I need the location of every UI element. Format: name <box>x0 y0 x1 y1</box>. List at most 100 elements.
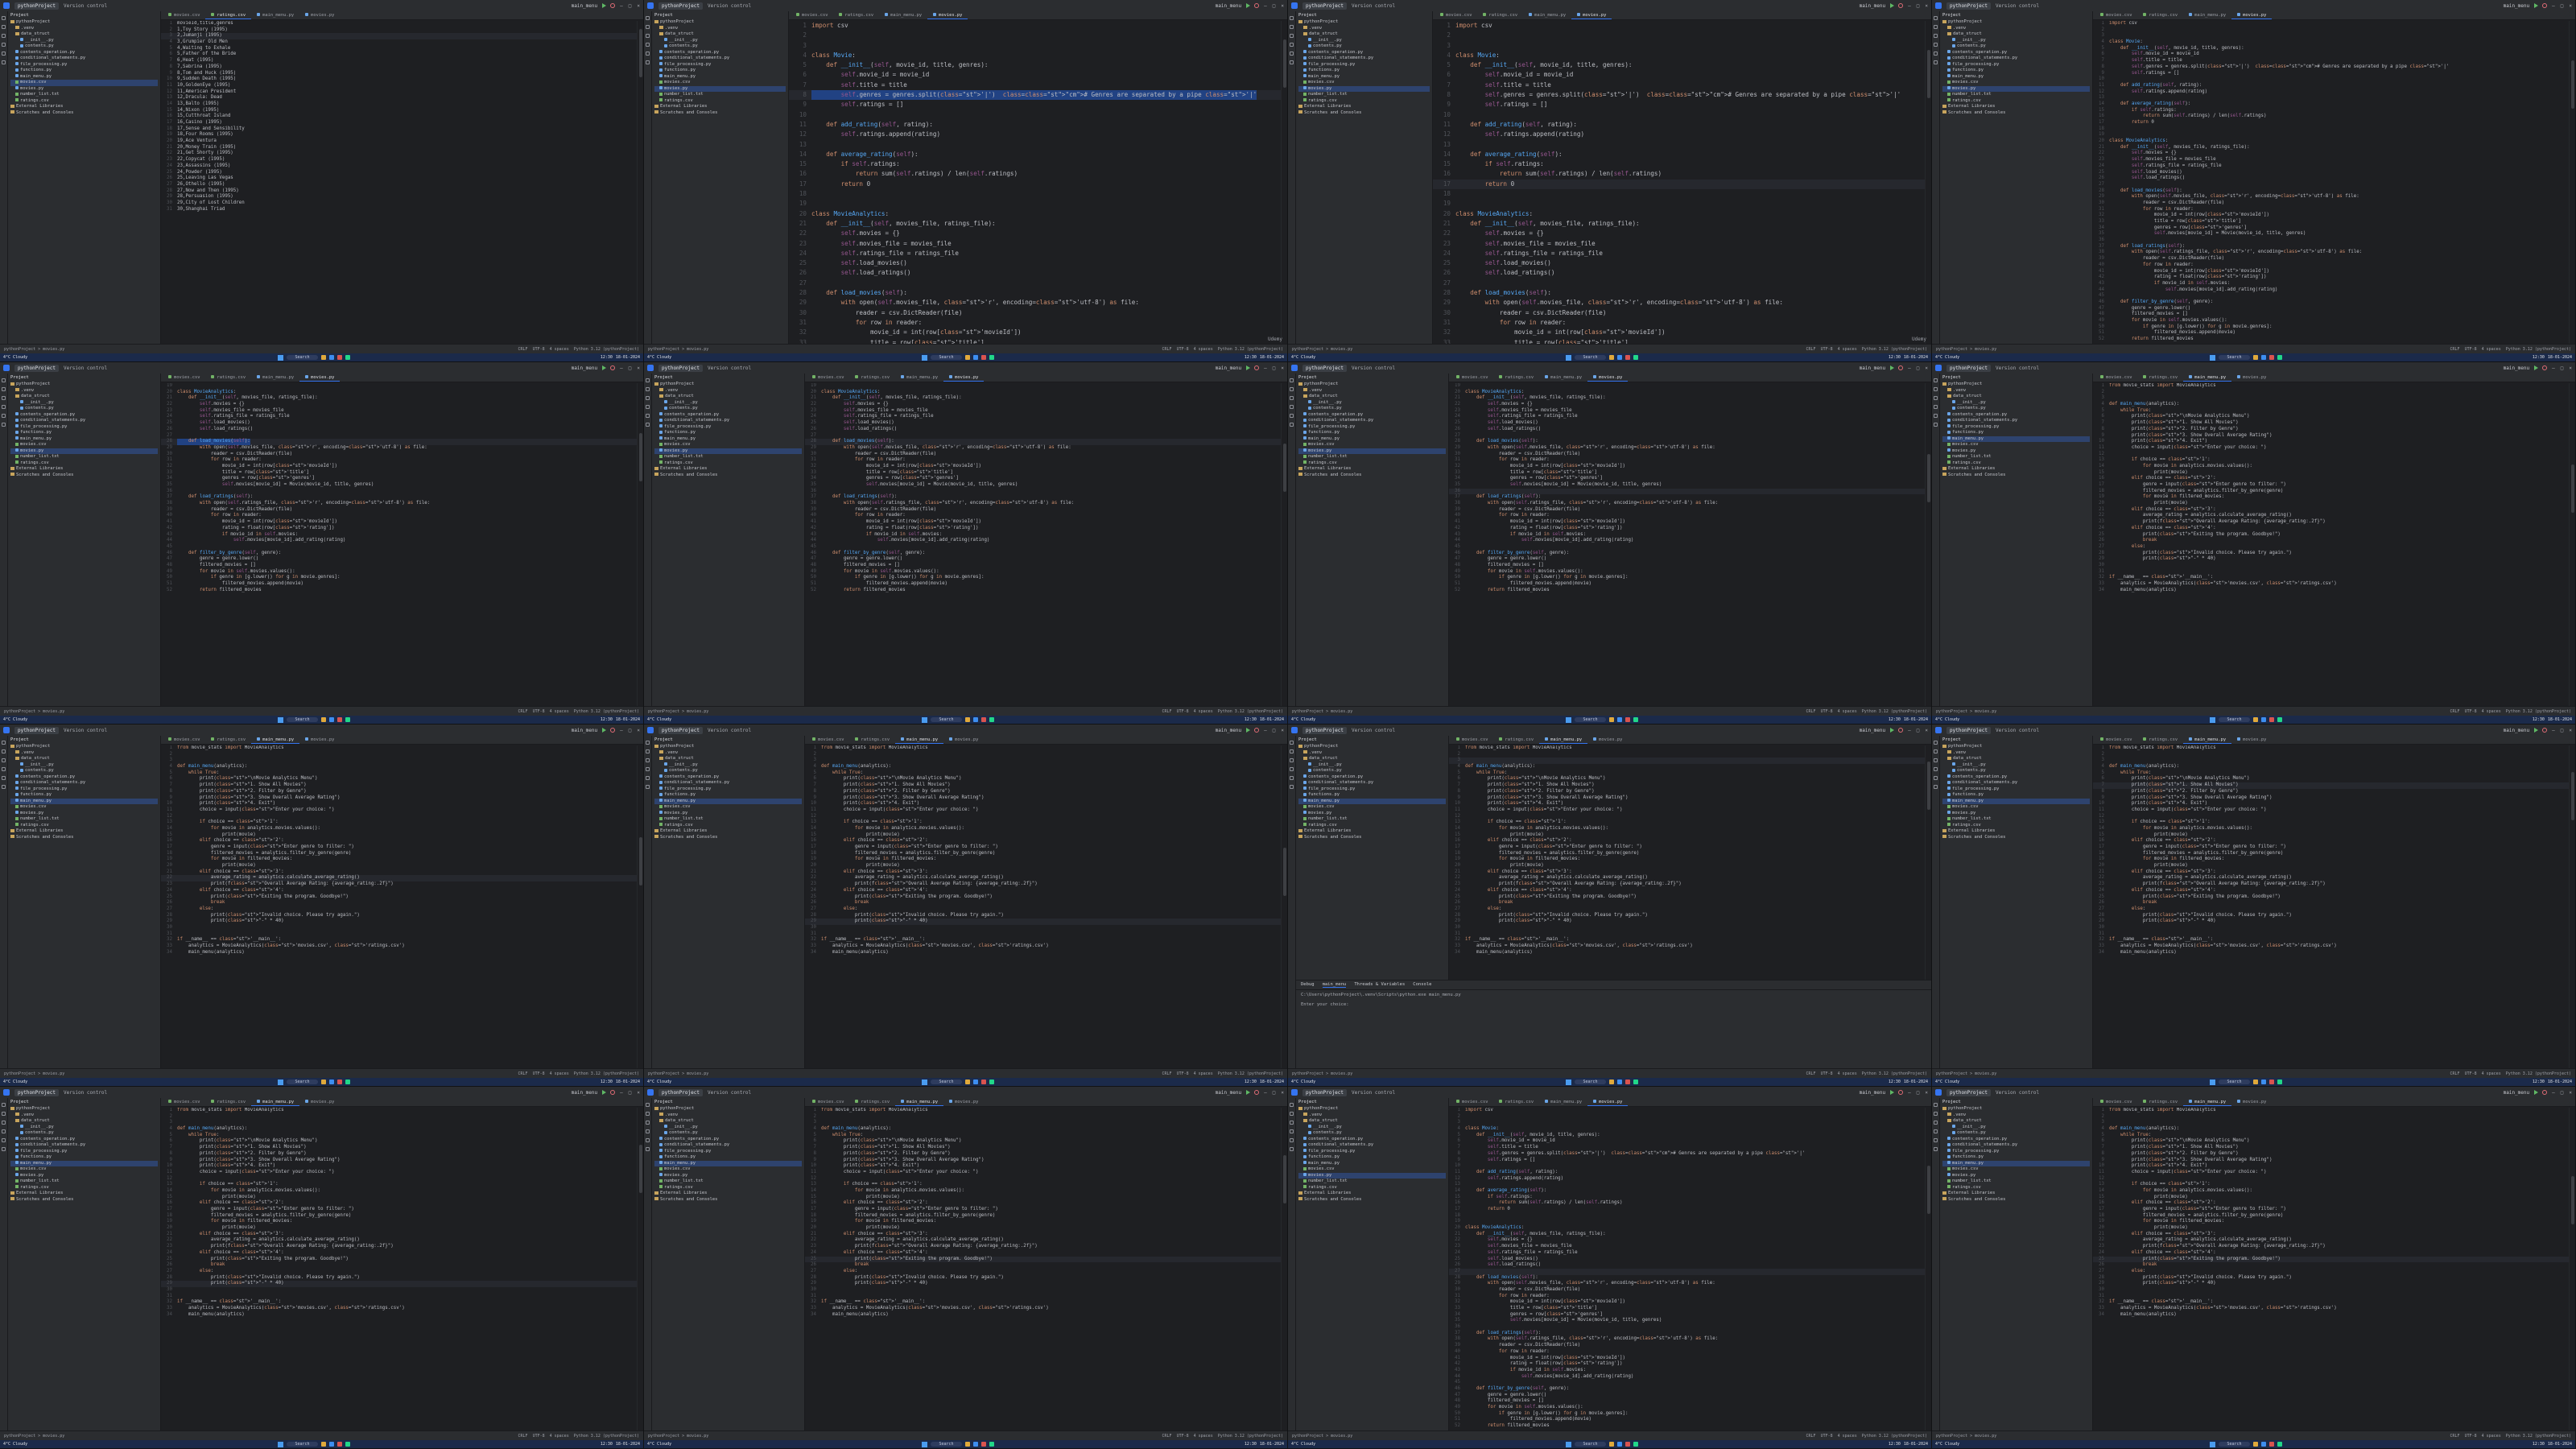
line-number[interactable]: 41 <box>1449 519 1465 526</box>
minimize-button[interactable]: – <box>1264 3 1267 9</box>
project-tree-item[interactable]: pythonProject <box>1298 19 1430 26</box>
line-number[interactable]: 29 <box>1433 298 1455 308</box>
line-number[interactable]: 28 <box>161 1275 177 1282</box>
line-number[interactable]: 2 <box>2093 1114 2109 1121</box>
project-tree-item[interactable]: __init__.py <box>1298 762 1446 769</box>
status-breadcrumb[interactable]: pythonProject > movies.py <box>1936 709 1996 714</box>
line-number[interactable]: 25 <box>161 1257 177 1263</box>
line-number[interactable]: 49 <box>805 569 821 576</box>
project-tree-item[interactable]: .venv <box>1298 388 1446 394</box>
project-tree-item[interactable]: External Libraries <box>1942 466 2090 473</box>
line-number[interactable]: 3 <box>1449 1120 1465 1126</box>
project-tree-item[interactable]: functions.py <box>1942 1154 2090 1161</box>
project-tree-item[interactable]: main_menu.py <box>654 798 802 804</box>
run-config-select[interactable]: main_menu <box>2504 1090 2530 1096</box>
indent-indicator[interactable]: 4 spaces <box>1838 709 1857 714</box>
line-number[interactable]: 1 <box>1449 1108 1465 1114</box>
maximize-button[interactable]: □ <box>629 1090 632 1096</box>
line-number[interactable]: 10 <box>805 801 821 807</box>
line-number[interactable]: 34 <box>161 1312 177 1319</box>
project-tree-item[interactable]: External Libraries <box>10 466 158 473</box>
editor-tab[interactable]: ratings.csv <box>205 736 251 744</box>
chrome-icon[interactable] <box>2268 1080 2274 1084</box>
project-tree-item[interactable]: conditional_statements.py <box>10 56 158 62</box>
line-number[interactable]: 33 <box>1449 470 1465 477</box>
project-tree-item[interactable]: functions.py <box>654 1154 802 1161</box>
line-number[interactable]: 10 <box>2093 439 2109 445</box>
line-number[interactable]: 11 <box>161 1170 177 1176</box>
project-switcher[interactable]: pythonProject <box>1946 726 1991 734</box>
debug-icon[interactable] <box>1898 3 1904 8</box>
terminal-tool-icon[interactable] <box>1290 1138 1294 1142</box>
line-number[interactable]: 27 <box>161 433 177 440</box>
line-number[interactable]: 24 <box>2093 526 2109 532</box>
line-number[interactable]: 46 <box>2093 299 2109 306</box>
line-number[interactable]: 23 <box>161 157 177 163</box>
problems-tool-icon[interactable] <box>1290 785 1294 789</box>
project-tree-item[interactable]: .venv <box>1942 750 2090 757</box>
project-tree-item[interactable]: movies.py <box>10 448 158 454</box>
line-number[interactable]: 19 <box>161 132 177 138</box>
project-tree-item[interactable]: contents_operation.py <box>10 1137 158 1143</box>
editor-scrollbar[interactable] <box>1281 383 1287 706</box>
encoding-indicator[interactable]: UTF-8 <box>533 1434 545 1439</box>
code-editor[interactable]: movies.csv ratings.csv main_menu.py movies.… <box>805 1098 1287 1430</box>
run-icon[interactable] <box>1890 728 1895 733</box>
line-number[interactable]: 17 <box>1449 844 1465 851</box>
scroll-thumb[interactable] <box>1283 848 1286 896</box>
project-tree-item[interactable]: ratings.csv <box>10 823 158 829</box>
project-tree-item[interactable]: movies.csv <box>1298 804 1446 811</box>
line-number[interactable]: 11 <box>2093 445 2109 452</box>
editor-scrollbar[interactable] <box>637 745 643 1068</box>
maximize-button[interactable]: □ <box>629 728 632 733</box>
project-tree-item[interactable]: movies.py <box>654 448 802 454</box>
line-number[interactable]: 7 <box>161 1145 177 1151</box>
line-number[interactable]: 14 <box>1449 826 1465 832</box>
line-number[interactable]: 11 <box>1433 120 1455 130</box>
encoding-indicator[interactable]: UTF-8 <box>2465 1434 2477 1439</box>
run-icon[interactable] <box>2534 3 2539 8</box>
editor-tab[interactable]: ratings.csv <box>2137 11 2183 19</box>
line-number[interactable]: 16 <box>1449 838 1465 844</box>
line-number[interactable]: 4 <box>2093 764 2109 770</box>
line-number[interactable]: 28 <box>161 439 177 445</box>
line-number[interactable]: 24 <box>1433 249 1455 258</box>
project-tree-item[interactable]: movies.py <box>10 1173 158 1179</box>
line-number[interactable]: 33 <box>805 943 821 950</box>
editor-tab[interactable]: main_menu.py <box>2183 1098 2232 1106</box>
editor-tab[interactable]: main_menu.py <box>251 374 299 382</box>
edge-icon[interactable] <box>1616 717 1622 722</box>
line-number[interactable]: 23 <box>805 1244 821 1250</box>
line-number[interactable]: 7 <box>2093 58 2109 64</box>
project-tree-item[interactable]: file_processing.py <box>1942 424 2090 431</box>
line-number[interactable]: 18 <box>161 1213 177 1220</box>
maximize-button[interactable]: □ <box>629 365 632 371</box>
project-tree-item[interactable]: movies.csv <box>654 80 786 86</box>
line-number[interactable]: 24 <box>805 1250 821 1257</box>
line-number[interactable]: 26 <box>2093 900 2109 906</box>
line-number[interactable]: 15 <box>805 1195 821 1201</box>
start-button-icon[interactable] <box>2210 716 2216 723</box>
project-tree-item[interactable]: contents_operation.py <box>10 412 158 419</box>
project-tree-item[interactable]: movies.csv <box>654 442 802 448</box>
code-editor[interactable]: movies.csv ratings.csv main_menu.py movies.… <box>2093 11 2575 344</box>
line-number[interactable]: 27 <box>789 279 811 288</box>
problems-tool-icon[interactable] <box>1290 60 1294 64</box>
editor-tab[interactable]: ratings.csv <box>2137 1098 2183 1106</box>
line-number[interactable]: 10 <box>1449 1163 1465 1170</box>
line-number[interactable]: 19 <box>2093 494 2109 501</box>
indent-indicator[interactable]: 4 spaces <box>1838 1071 1857 1076</box>
line-number[interactable]: 27 <box>1449 1269 1465 1275</box>
line-number[interactable]: 37 <box>1449 494 1465 501</box>
line-number[interactable]: 2 <box>161 1114 177 1121</box>
line-number[interactable]: 23 <box>161 881 177 888</box>
status-breadcrumb[interactable]: pythonProject > movies.py <box>4 347 64 352</box>
line-number[interactable]: 11 <box>161 807 177 814</box>
commit-tool-icon[interactable] <box>646 25 650 29</box>
line-number[interactable]: 6 <box>2093 52 2109 58</box>
pycharm-icon[interactable] <box>1633 717 1638 722</box>
project-tree-item[interactable]: movies.py <box>1942 85 2090 92</box>
editor-tab[interactable]: main_menu.py <box>895 374 943 382</box>
project-tree-item[interactable]: movies.csv <box>10 442 158 448</box>
code-editor[interactable]: movies.csv ratings.csv main_menu.py movies.… <box>161 1098 643 1430</box>
